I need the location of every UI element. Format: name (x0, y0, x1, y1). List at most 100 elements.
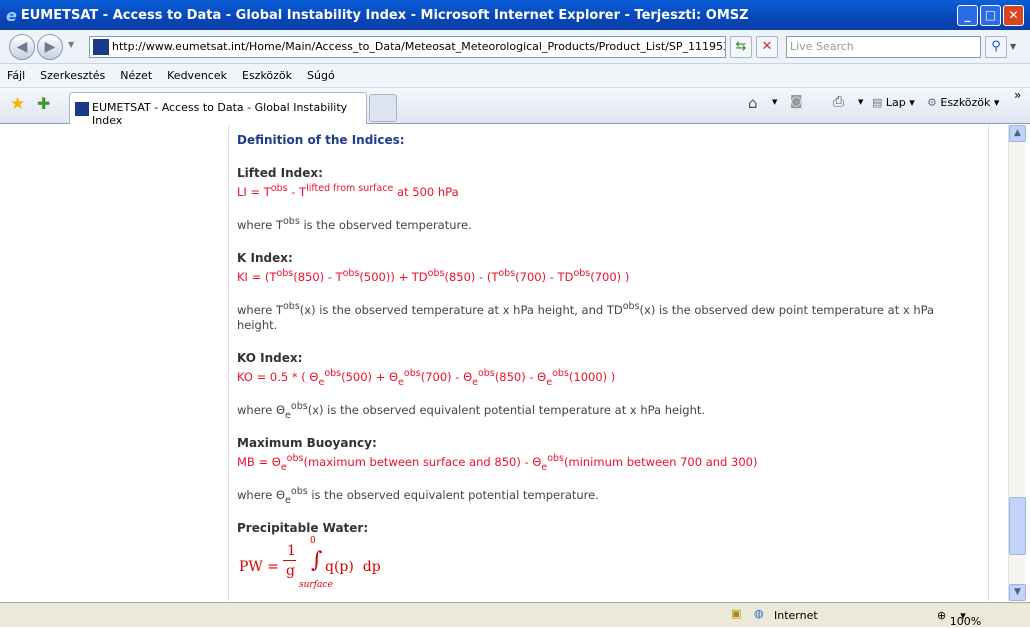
supscript-text: obs (270, 183, 288, 194)
supscript-text: obs (276, 268, 294, 279)
formula-text: where T (237, 303, 283, 317)
formula-text: (minimum between 700 and 300) (564, 455, 758, 469)
back-button[interactable]: ◀ (9, 34, 35, 60)
menu-view[interactable]: Nézet (120, 69, 152, 82)
formula-text: KI = (T (237, 270, 277, 284)
forward-button[interactable]: ▶ (37, 34, 63, 60)
index-formula: KO = 0.5 * ( Θeobs(500) + Θeobs(700) - Θ… (237, 368, 977, 388)
index-description: where Θeobs(x) is the observed equivalen… (237, 401, 977, 421)
supscript-text: obs (622, 301, 640, 312)
stop-button[interactable]: ✕ (756, 36, 778, 58)
supscript-text: obs (427, 268, 445, 279)
left-column-border (228, 125, 229, 601)
index-title: Lifted Index: (237, 166, 323, 180)
search-input[interactable]: Live Search (786, 36, 981, 58)
print-icon[interactable]: ⎙ (833, 94, 844, 110)
scroll-thumb[interactable] (1009, 497, 1026, 555)
formula-text: LI = T (237, 185, 271, 199)
pw-denominator: g (286, 563, 295, 579)
search-options-icon[interactable]: ▼ (1010, 42, 1016, 51)
history-dropdown-icon[interactable]: ▼ (68, 40, 74, 49)
index-description: where Θeobs is the observed equivalent p… (237, 486, 977, 506)
pw-title: Precipitable Water: (237, 521, 369, 535)
url-text: http://www.eumetsat.int/Home/Main/Access… (112, 40, 726, 53)
formula-text: (850) - T (293, 270, 343, 284)
supscript-text: obs (342, 268, 360, 279)
scroll-down-button[interactable]: ▼ (1009, 584, 1026, 601)
url-input[interactable]: http://www.eumetsat.int/Home/Main/Access… (89, 36, 726, 58)
pw-upper-limit: 0 (310, 536, 316, 546)
print-dropdown-icon[interactable]: ▼ (858, 98, 863, 106)
index-title: KO Index: (237, 351, 303, 365)
new-tab-button[interactable] (369, 94, 397, 122)
scroll-up-button[interactable]: ▲ (1009, 125, 1026, 142)
close-button[interactable]: ✕ (1003, 5, 1024, 26)
tab-favicon-icon (75, 102, 89, 116)
formula-text: (850) - Θ (494, 370, 547, 384)
supscript-text: obs (324, 368, 342, 379)
supscript-text: obs (290, 401, 308, 412)
menu-bar: Fájl Szerkesztés Nézet Kedvencek Eszközö… (0, 64, 1030, 88)
page-viewport: Definition of the Indices: Lifted Index:… (4, 125, 1008, 601)
page-menu-button[interactable]: ▤ Lap ▾ (872, 96, 915, 109)
menu-file[interactable]: Fájl (7, 69, 25, 82)
supscript-text: obs (403, 368, 421, 379)
menu-help[interactable]: Súgó (307, 69, 335, 82)
formula-text: (700) - TD (515, 270, 574, 284)
rss-feed-icon[interactable]: ◙ (790, 94, 803, 109)
supscript-text: obs (286, 453, 304, 464)
formula-text: where T (237, 218, 283, 232)
supscript-text: obs (547, 453, 564, 464)
pw-integrand: q(p) dp (325, 559, 381, 575)
vertical-scrollbar[interactable]: ▲ ▼ (1008, 125, 1026, 601)
pw-formula: PW = 1 g 0 ∫ surface q(p) dp (237, 536, 977, 598)
pw-numerator: 1 (287, 543, 296, 559)
formula-text: KO = 0.5 * ( Θ (237, 370, 319, 384)
more-chevron-icon[interactable]: » (1014, 88, 1021, 102)
security-zone: Internet (774, 609, 818, 622)
minimize-button[interactable]: _ (957, 5, 978, 26)
index-description: where T obs(x) is the observed temperatur… (237, 301, 977, 333)
zoom-control[interactable]: ⊕ 100% ▾ (937, 609, 981, 628)
right-column-border (988, 125, 989, 601)
index-title: Maximum Buoyancy: (237, 436, 377, 450)
supscript-text: obs (573, 268, 591, 279)
formula-text: is the observed temperature. (299, 218, 472, 232)
menu-favorites[interactable]: Kedvencek (167, 69, 227, 82)
maximize-button[interactable]: □ (980, 5, 1001, 26)
supscript-text: obs (478, 368, 495, 379)
supscript-text: obs (498, 268, 516, 279)
tab-eumetsat[interactable]: EUMETSAT - Access to Data - Global Insta… (69, 92, 367, 127)
menu-edit[interactable]: Szerkesztés (40, 69, 105, 82)
index-formula: MB = Θeobs(maximum between surface and 8… (237, 453, 977, 473)
formula-text: - T (287, 185, 307, 199)
home-icon[interactable]: ⌂ (748, 94, 758, 112)
supscript-text: obs (290, 486, 308, 497)
add-favorite-icon[interactable]: ✚ (37, 94, 50, 113)
gear-icon: ⚙ (927, 96, 937, 109)
tools-menu-button[interactable]: ⚙ Eszközök ▾ (927, 96, 999, 109)
refresh-button[interactable]: ⇆ (730, 36, 752, 58)
formula-text: (x) is the observed equivalent potential… (307, 403, 706, 417)
fraction-bar (283, 560, 296, 561)
ie-logo-icon: e (6, 5, 17, 25)
formula-text: is the observed equivalent potential tem… (307, 488, 599, 502)
protected-mode-icon: ▣ (731, 607, 742, 620)
section-heading: Definition of the Indices: (237, 133, 405, 147)
formula-text: MB = Θ (237, 455, 281, 469)
formula-text: (x) is the observed temperature at x hPa… (299, 303, 623, 317)
formula-text: (700) ) (590, 270, 630, 284)
integral-sign: ∫ (311, 548, 323, 573)
formula-text: (500)) + TD (359, 270, 428, 284)
menu-tools[interactable]: Eszközök (242, 69, 292, 82)
address-bar: ◀ ▶ ▼ http://www.eumetsat.int/Home/Main/… (0, 30, 1030, 64)
supscript-text: obs (552, 368, 569, 379)
home-dropdown-icon[interactable]: ▼ (772, 98, 777, 106)
status-bar: ▣ ◍ Internet ⊕ 100% ▾ (0, 602, 1030, 628)
favorites-star-icon[interactable]: ★ (10, 94, 25, 114)
supscript-text: obs (283, 216, 300, 227)
formula-text: (maximum between surface and 850) - Θ (303, 455, 542, 469)
index-formula: LI = Tobs - Tlifted from surface at 500 … (237, 183, 977, 201)
tab-label: EUMETSAT - Access to Data - Global Insta… (92, 101, 348, 127)
search-button[interactable]: ⚲ (985, 36, 1007, 58)
